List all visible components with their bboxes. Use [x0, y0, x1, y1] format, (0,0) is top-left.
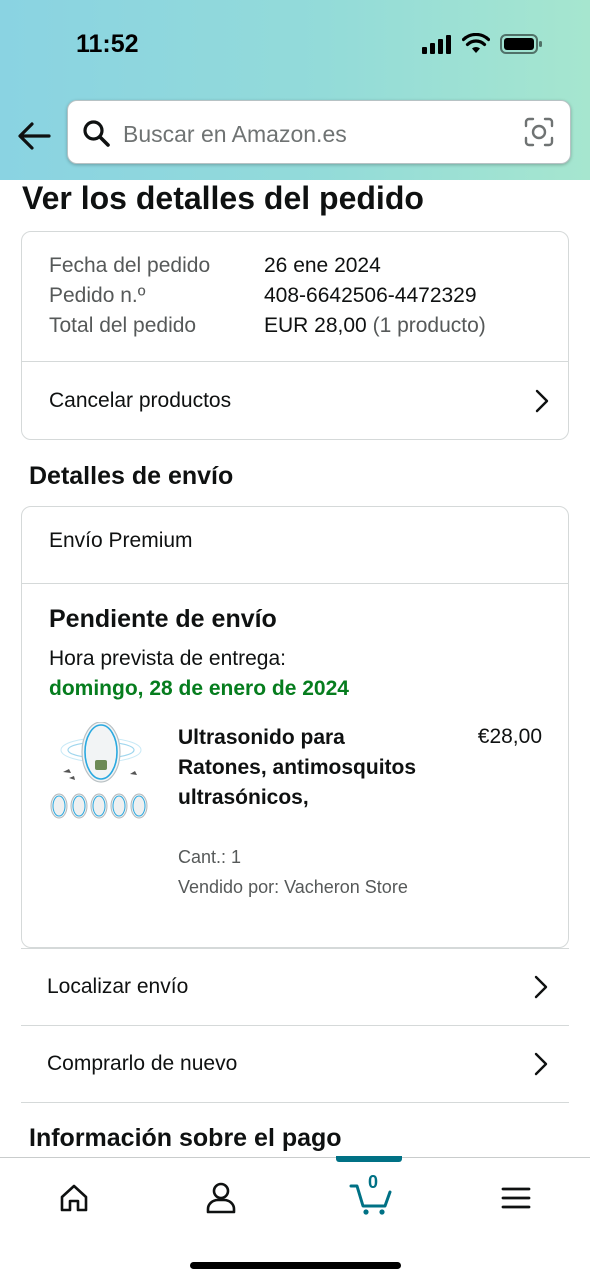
product-image[interactable] [48, 722, 154, 830]
track-shipment-label: Localizar envío [47, 974, 189, 998]
status-time: 11:52 [76, 30, 139, 58]
chevron-right-icon [535, 389, 549, 413]
shipping-section-title: Detalles de envío [29, 462, 234, 490]
divider [21, 1102, 569, 1103]
order-summary-card: Fecha del pedido 26 ene 2024 Pedido n.º … [21, 231, 569, 440]
order-date-label: Fecha del pedido [49, 254, 211, 277]
search-bar[interactable] [67, 100, 571, 164]
order-date-value: 26 ene 2024 [264, 254, 381, 277]
payment-section-title: Información sobre el pago [29, 1124, 342, 1152]
home-indicator [190, 1262, 401, 1269]
order-total-value: EUR 28,00 (1 producto) [264, 314, 486, 338]
account-icon [206, 1182, 236, 1214]
header: 11:52 [0, 0, 590, 180]
order-number-value: 408-6642506-4472329 [264, 284, 477, 307]
active-tab-indicator [336, 1156, 402, 1162]
bottom-nav: 0 [0, 1156, 590, 1280]
nav-cart[interactable]: 0 [339, 1172, 403, 1220]
cancel-products-button[interactable]: Cancelar productos [22, 362, 568, 440]
shipping-card: Envío Premium Pendiente de envío Hora pr… [21, 506, 569, 948]
order-number-label: Pedido n.º [49, 284, 146, 307]
buy-again-label: Comprarlo de nuevo [47, 1051, 238, 1075]
search-input[interactable] [123, 119, 503, 149]
cart-count-badge: 0 [367, 1172, 378, 1192]
eta-label: Hora prevista de entrega: [49, 647, 286, 670]
buy-again-button[interactable]: Comprarlo de nuevo [21, 1025, 569, 1101]
camera-search-icon[interactable] [524, 117, 554, 147]
track-shipment-button[interactable]: Localizar envío [21, 948, 569, 1024]
order-total-amount: EUR 28,00 [264, 314, 367, 337]
product-quantity: Cant.: 1 [178, 847, 242, 867]
cancel-products-label: Cancelar productos [49, 389, 232, 412]
back-arrow-icon [18, 122, 51, 150]
wifi-icon [462, 33, 490, 53]
order-total-count: (1 producto) [372, 314, 486, 337]
search-icon [83, 120, 110, 147]
nav-menu[interactable] [486, 1176, 546, 1220]
signal-icon [422, 35, 451, 54]
eta-date: domingo, 28 de enero de 2024 [49, 677, 349, 700]
back-button[interactable] [14, 116, 54, 156]
shipping-status: Pendiente de envío [49, 605, 277, 633]
status-icons [422, 33, 544, 55]
product-price: €28,00 [477, 725, 542, 748]
page-title: Ver los detalles del pedido [22, 180, 424, 216]
home-icon [60, 1184, 88, 1212]
chevron-right-icon [534, 1052, 548, 1075]
divider [22, 583, 568, 584]
nav-home[interactable] [44, 1176, 104, 1220]
shipping-type: Envío Premium [49, 529, 193, 552]
product-seller: Vendido por: Vacheron Store [178, 877, 408, 897]
battery-icon [500, 34, 542, 54]
chevron-right-icon [534, 975, 548, 998]
product-title-link[interactable]: Ultrasonido para Ratones, antimosquitos … [178, 723, 428, 813]
nav-account[interactable] [191, 1176, 251, 1220]
order-total-label: Total del pedido [49, 314, 197, 337]
menu-icon [501, 1187, 531, 1209]
